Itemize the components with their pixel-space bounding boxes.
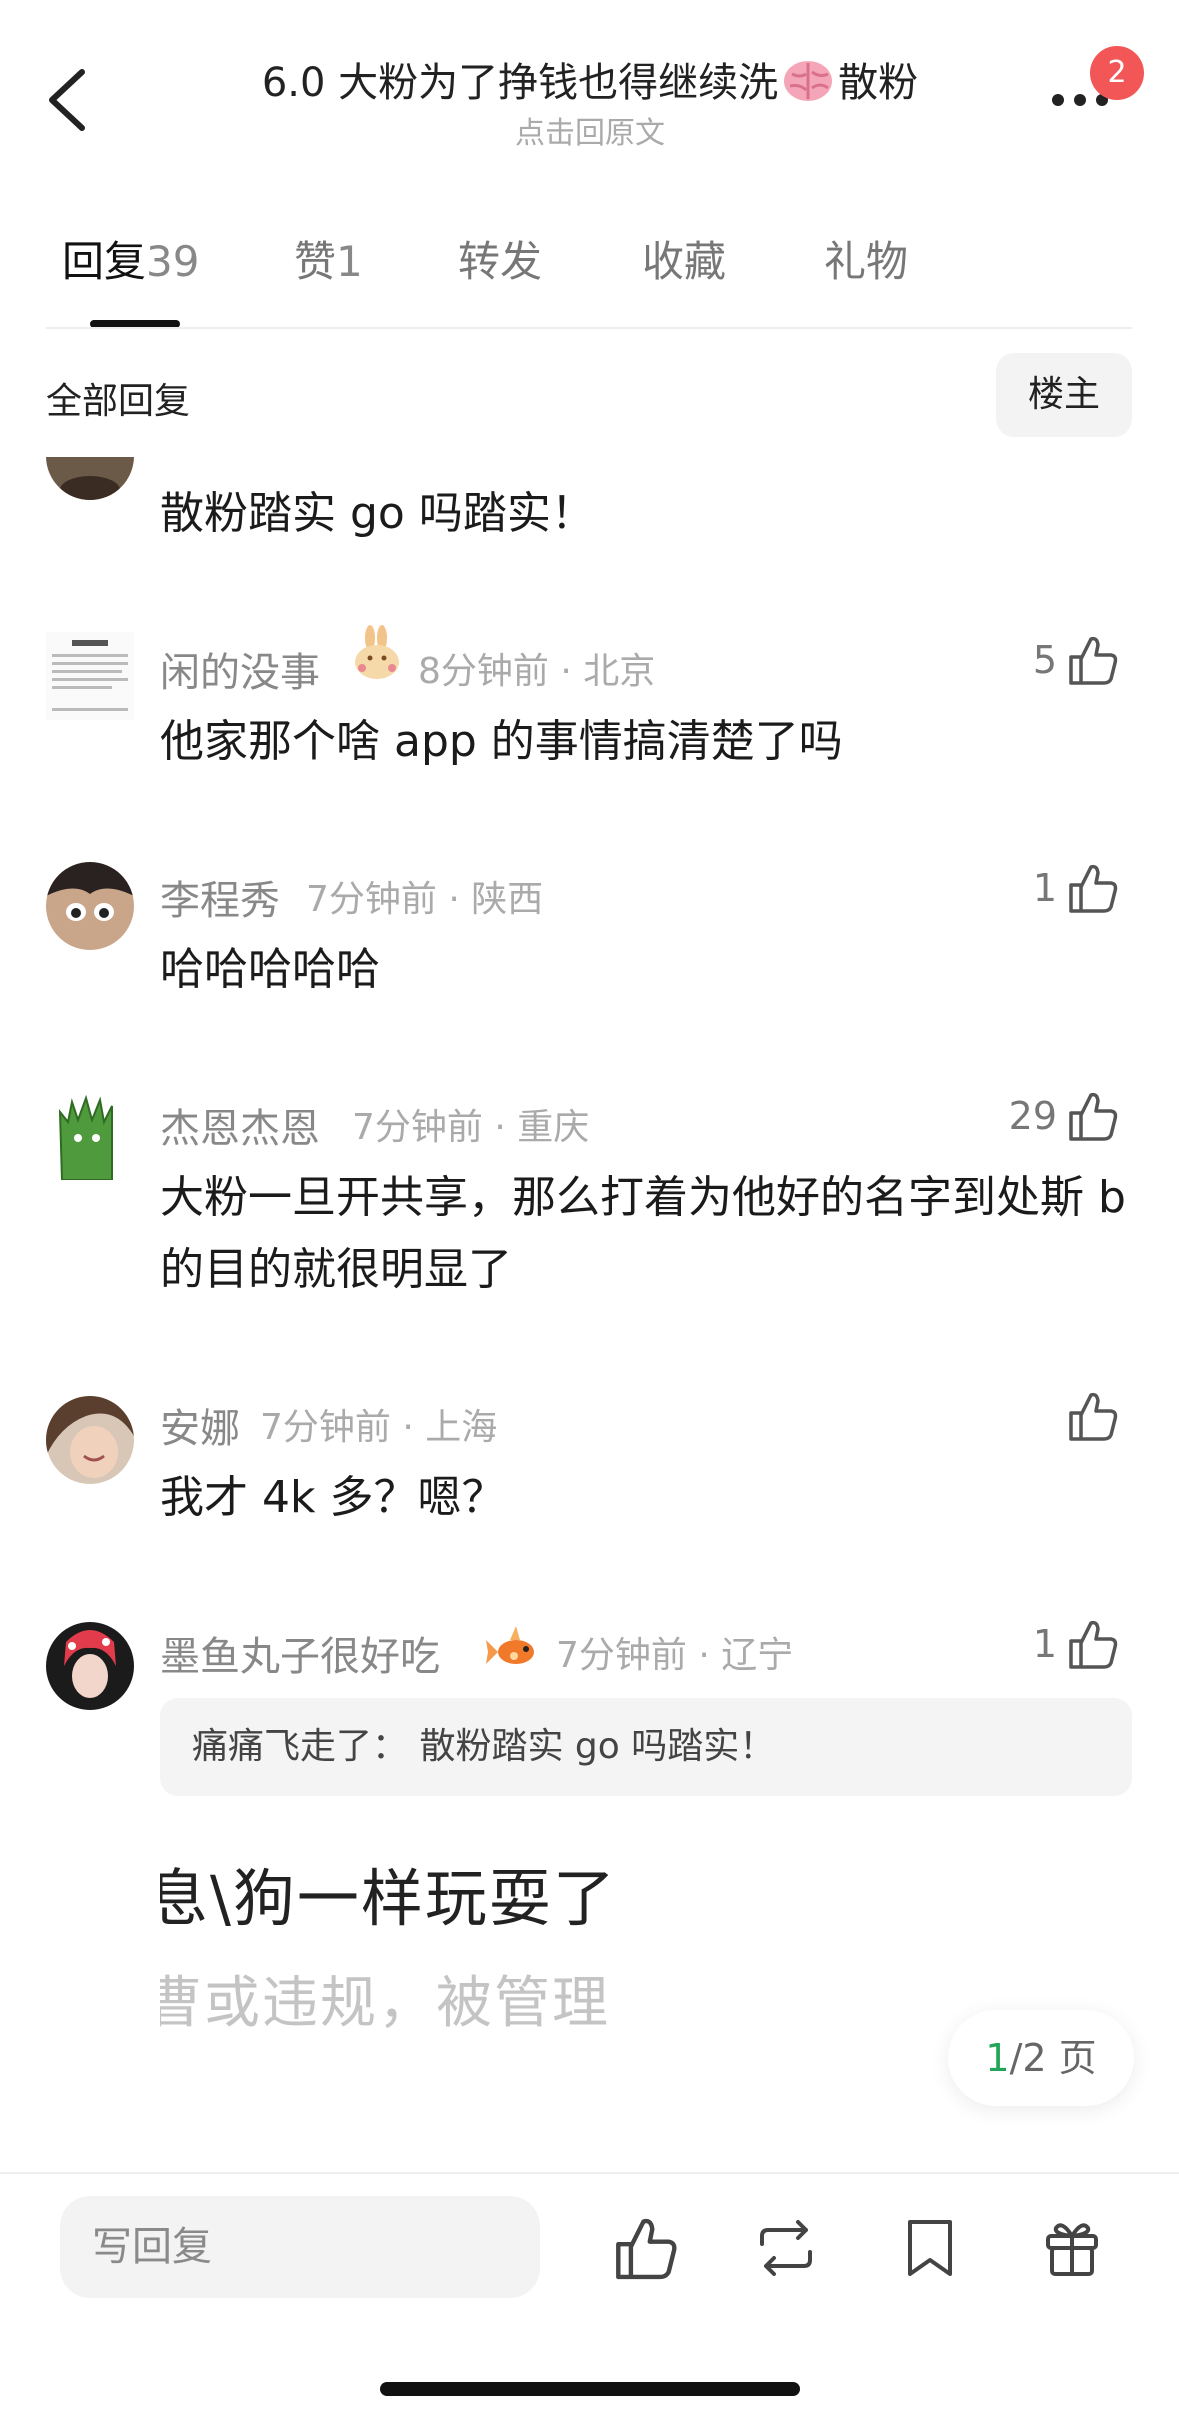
comment-image[interactable]: 息\狗一样玩耍了 曹或违规，被管理: [160, 1828, 610, 2078]
avatar[interactable]: [46, 1092, 134, 1180]
avatar[interactable]: [46, 1622, 134, 1710]
like-button[interactable]: 1: [1033, 858, 1119, 918]
tab-label: 回复: [62, 237, 147, 286]
avatar[interactable]: [46, 1396, 134, 1484]
notification-badge: 2: [1090, 46, 1144, 100]
commenter-name[interactable]: 闲的没事: [160, 640, 320, 698]
avatar[interactable]: [46, 457, 134, 500]
tab-label: 赞: [294, 237, 337, 286]
home-indicator: [380, 2382, 800, 2396]
post-title-text: 6.0 大粉为了挣钱也得继续洗: [261, 60, 779, 106]
bookmark-icon[interactable]: [896, 2214, 964, 2282]
commenter-name[interactable]: 安娜: [160, 1396, 240, 1454]
page-indicator[interactable]: 1/2 页: [948, 2010, 1134, 2106]
avatar[interactable]: [46, 632, 134, 720]
tab-divider: [46, 327, 1132, 329]
post-title[interactable]: 6.0 大粉为了挣钱也得继续洗 散粉: [150, 50, 1030, 108]
like-button[interactable]: 1: [1033, 1614, 1119, 1674]
thumbs-up-icon: [1069, 1392, 1118, 1441]
thumbs-up-icon: [1069, 1620, 1118, 1669]
thumbs-up-icon: [1069, 864, 1118, 913]
comment-text: 他家那个啥 app 的事情搞清楚了吗: [160, 716, 843, 767]
tab-count: 39: [146, 237, 200, 286]
avatar-image: [46, 1622, 134, 1710]
avatar-image: [46, 862, 134, 950]
tab-count: 1: [336, 237, 363, 286]
tab-label: 收藏: [642, 237, 727, 286]
like-count: 1: [1032, 866, 1057, 910]
like-count: 29: [1008, 1094, 1057, 1138]
avatar[interactable]: [46, 862, 134, 950]
like-button[interactable]: [1067, 1386, 1119, 1446]
tab-reposts[interactable]: 转发: [458, 228, 542, 289]
avatar-image: [46, 1396, 134, 1484]
image-text-line: 曹或违规，被管理: [160, 1971, 610, 2036]
comment-meta: 7分钟前 · 重庆: [352, 1107, 590, 1148]
page-total: /2 页: [1009, 2036, 1097, 2080]
back-arrow-icon[interactable]: [40, 62, 100, 138]
repost-icon[interactable]: [752, 2214, 820, 2282]
rabbit-badge-icon: [355, 625, 399, 679]
header: 6.0 大粉为了挣钱也得继续洗 散粉 点击回原文 2: [0, 0, 1179, 180]
post-title-suffix: 散粉: [838, 60, 919, 106]
comment-meta: 7分钟前 · 上海: [260, 1407, 498, 1448]
like-count: 5: [1032, 638, 1057, 682]
thumbs-up-icon: [1069, 636, 1118, 685]
commenter-name[interactable]: 李程秀: [160, 868, 280, 926]
koi-fish-badge-icon: [486, 1626, 534, 1664]
tab-replies[interactable]: 回复39: [62, 228, 199, 289]
more-dot-icon: [1074, 94, 1086, 106]
current-page: 1: [985, 2036, 1010, 2080]
brain-emoji-icon: [784, 61, 833, 101]
image-text-line: 息\狗一样玩耍了: [160, 1862, 610, 1935]
tab-label: 礼物: [824, 237, 909, 286]
like-count: 1: [1032, 1622, 1057, 1666]
author-only-button[interactable]: 楼主: [996, 353, 1132, 437]
commenter-name[interactable]: 墨鱼丸子很好吃: [160, 1624, 440, 1682]
avatar-image: [46, 1092, 134, 1180]
comment-meta: 7分钟前 · 辽宁: [556, 1635, 794, 1676]
comment-text: 哈哈哈哈哈: [160, 944, 380, 995]
avatar-image: [46, 632, 134, 720]
comment-meta: 7分钟前 · 陕西: [306, 879, 544, 920]
avatar-image: [46, 457, 134, 500]
comment-text: 散粉踏实 go 吗踏实！: [160, 488, 595, 539]
tab-favorites[interactable]: 收藏: [642, 228, 726, 289]
bottom-action-bar: [0, 2172, 1179, 2418]
comment-text: 我才 4k 多？嗯？: [160, 1472, 506, 1523]
like-button[interactable]: 5: [1033, 630, 1119, 690]
all-replies-filter[interactable]: 全部回复: [46, 372, 190, 424]
commenter-name[interactable]: 杰恩杰恩: [160, 1096, 320, 1154]
more-dot-icon: [1052, 94, 1064, 106]
gift-icon[interactable]: [1038, 2214, 1106, 2282]
back-to-original-link[interactable]: 点击回原文: [150, 108, 1030, 152]
thumbs-up-icon[interactable]: [612, 2214, 680, 2282]
thumbs-up-icon: [1069, 1092, 1118, 1141]
comment-text: 大粉一旦开共享，那么打着为他好的名字到处斯 b 的目的就很明显了: [160, 1172, 1126, 1295]
tab-likes[interactable]: 赞1: [294, 228, 363, 289]
like-button[interactable]: 29: [1009, 1086, 1119, 1146]
tab-gifts[interactable]: 礼物: [824, 228, 908, 289]
comment-meta: 8分钟前 · 北京: [418, 651, 656, 692]
tab-label: 转发: [458, 237, 543, 286]
reply-input[interactable]: [60, 2196, 540, 2298]
quoted-reply[interactable]: 痛痛飞走了： 散粉踏实 go 吗踏实！: [160, 1698, 1132, 1796]
